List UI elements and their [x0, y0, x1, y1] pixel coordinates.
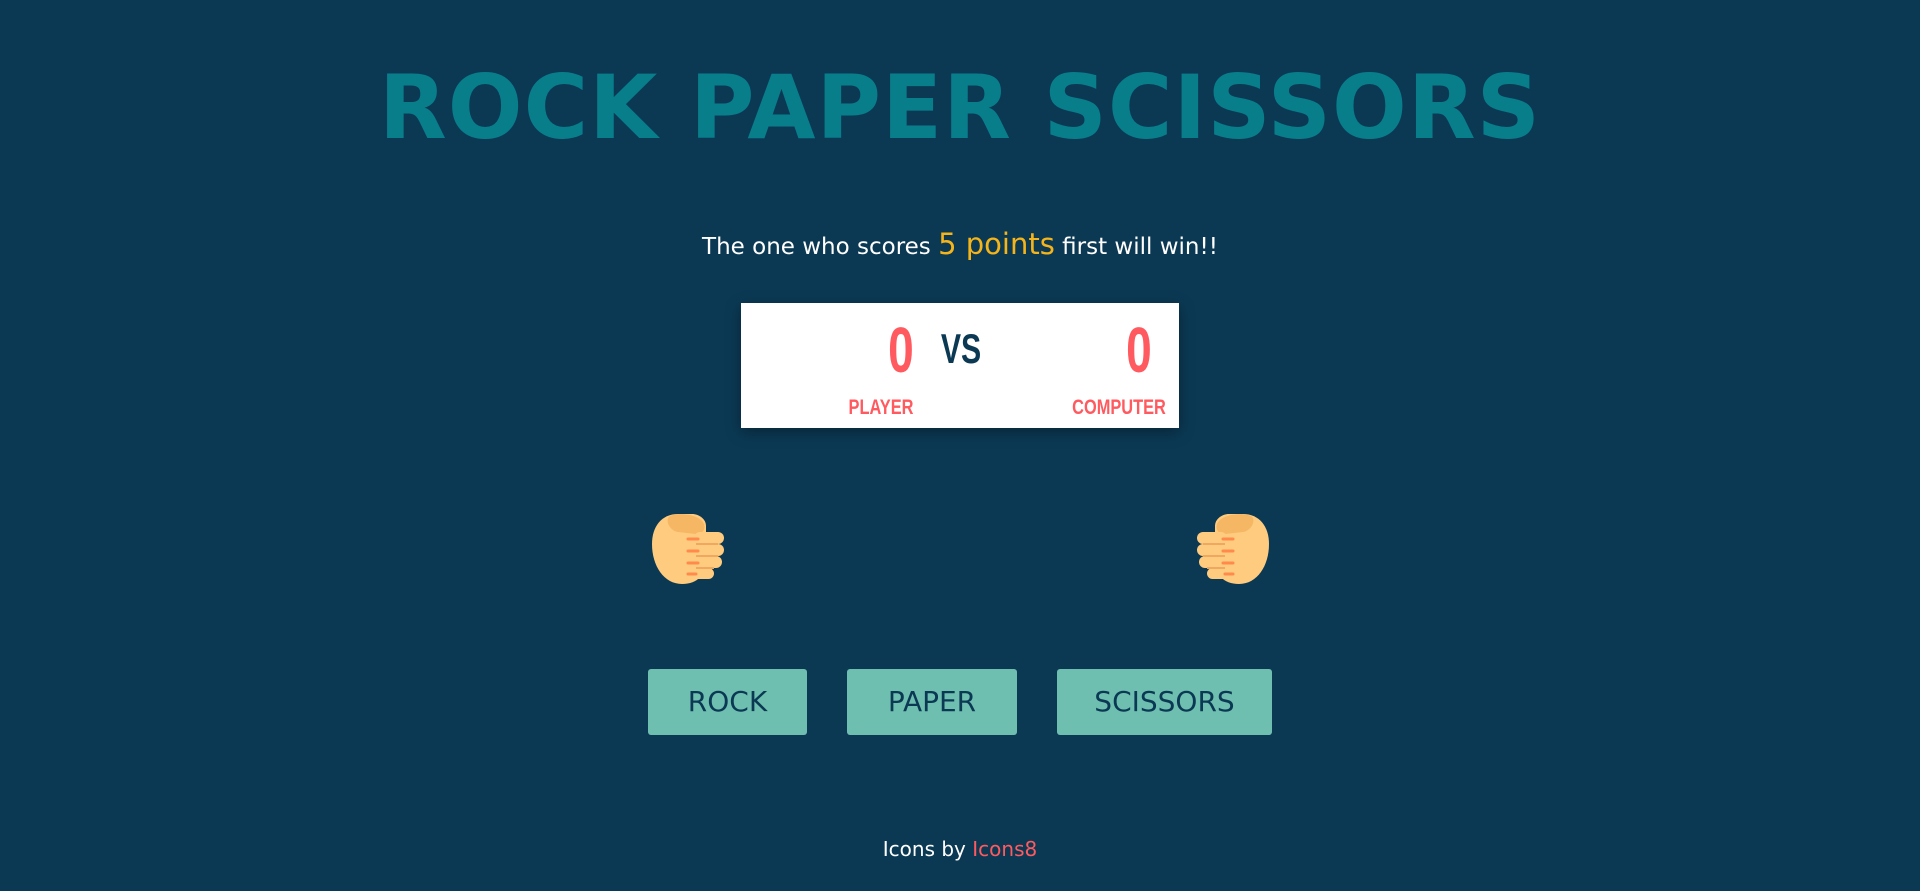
points-target: 5 points — [938, 227, 1055, 261]
player-hand-fist-icon — [648, 508, 728, 588]
scissors-button[interactable]: SCISSORS — [1057, 669, 1272, 735]
fist-icon — [652, 514, 724, 584]
fist-icon — [1197, 514, 1269, 584]
rock-button[interactable]: ROCK — [648, 669, 807, 735]
scoreboard: 0 VS 0 PLAYER COMPUTER — [741, 303, 1179, 428]
footer-credit: Icons by Icons8 — [0, 834, 1920, 864]
rules-prefix: The one who scores — [702, 234, 931, 260]
computer-score: 0 — [1126, 314, 1152, 386]
choice-buttons: ROCK PAPER SCISSORS — [0, 669, 1920, 735]
paper-button[interactable]: PAPER — [847, 669, 1017, 735]
vs-label: VS — [940, 325, 982, 372]
computer-label: COMPUTER — [1072, 396, 1166, 419]
player-label: PLAYER — [848, 396, 914, 419]
computer-hand-fist-icon — [1193, 508, 1273, 588]
game-title: ROCK PAPER SCISSORS — [379, 56, 1541, 159]
rules-suffix: first will win!! — [1062, 234, 1218, 260]
rules-text: The one who scores 5 points first will w… — [0, 222, 1920, 269]
footer-text: Icons by — [882, 837, 966, 861]
icons8-link[interactable]: Icons8 — [972, 837, 1037, 861]
